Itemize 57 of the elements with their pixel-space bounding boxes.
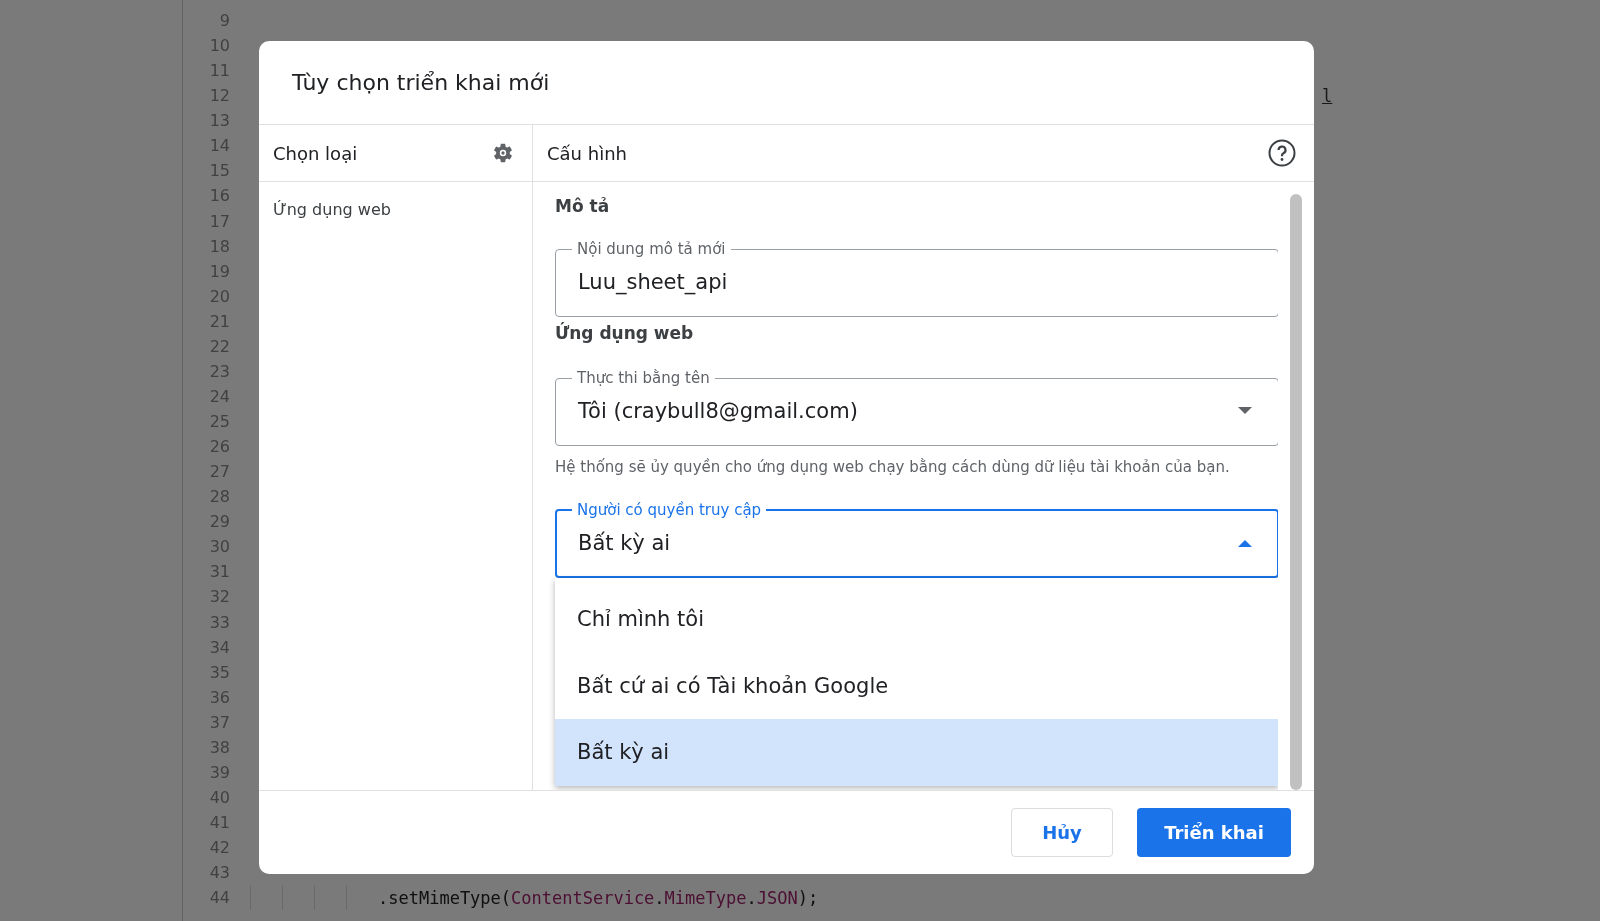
line-number: 36: [208, 687, 230, 707]
line-number: 22: [208, 336, 230, 356]
line-number: 28: [208, 487, 230, 507]
line-number: 34: [208, 637, 230, 657]
line-number: 23: [208, 361, 230, 381]
line-number: 20: [208, 286, 230, 306]
dialog-title: Tùy chọn triển khai mới: [292, 70, 550, 95]
line-number: 35: [208, 662, 230, 682]
menu-option[interactable]: Chỉ mình tôi: [555, 586, 1278, 653]
line-number: 26: [208, 437, 230, 457]
line-number: 13: [208, 111, 230, 131]
line-number: 9: [218, 11, 230, 31]
line-number: 32: [208, 587, 230, 607]
dropdown-arrow-icon: [1238, 407, 1252, 415]
line-number: 30: [208, 537, 230, 557]
line-number: 44: [208, 888, 230, 908]
line-number: 17: [208, 211, 230, 231]
line-number: 43: [208, 863, 230, 883]
line-number: 25: [208, 412, 230, 432]
line-number: 37: [208, 712, 230, 732]
line-number: 33: [208, 612, 230, 632]
line-number: 15: [208, 161, 230, 181]
line-number: 31: [208, 562, 230, 582]
dropdown-arrow-icon: [1238, 538, 1252, 547]
line-number: 29: [208, 512, 230, 532]
line-number: 12: [208, 86, 230, 106]
line-number: 11: [208, 61, 230, 81]
dropdown-field[interactable]: Thực thi bằng tên Tôi (craybull8@gmail.com): [555, 369, 1278, 446]
line-number: 10: [208, 36, 230, 56]
help-icon[interactable]: [1268, 139, 1296, 167]
line-number: 38: [208, 737, 230, 757]
line-number: 39: [208, 762, 230, 782]
scrollbar-thumb[interactable]: [1290, 194, 1302, 790]
cancel-button[interactable]: Hủy: [1011, 808, 1113, 857]
type-item[interactable]: Ứng dụng web: [259, 182, 532, 237]
line-number: 27: [208, 462, 230, 482]
line-number: 18: [208, 236, 230, 256]
menu-option[interactable]: Bất cứ ai có Tài khoản Google: [555, 652, 1278, 719]
section-heading: Mô tả: [555, 195, 611, 218]
input-field[interactable]: Nội dung mô tả mới Luu_sheet_api: [555, 240, 1278, 317]
line-number: 14: [208, 136, 230, 156]
code-text: l: [1322, 85, 1333, 106]
line-number: 21: [208, 311, 230, 331]
line-number: 42: [208, 838, 230, 858]
code-line: .setMimeType(ContentService.MimeType.JSON);: [378, 887, 819, 908]
deploy-button[interactable]: Triển khai: [1137, 808, 1291, 857]
section-heading: Ứng dụng web: [555, 321, 695, 345]
line-number: 16: [208, 186, 230, 206]
line-number: 41: [208, 813, 230, 833]
menu-option[interactable]: Bất kỳ ai: [555, 719, 1278, 786]
panel-heading: Chọn loại: [273, 142, 358, 164]
line-number: 40: [208, 787, 230, 807]
panel-heading: Cấu hình: [547, 142, 627, 164]
settings-icon[interactable]: [492, 142, 514, 164]
hint-text: Hệ thống sẽ ủy quyền cho ứng dụng web chạy bằng cách dùng dữ liệu tài khoản của bạn.: [555, 458, 1231, 476]
line-number: 24: [208, 386, 230, 406]
line-number: 19: [208, 261, 230, 281]
